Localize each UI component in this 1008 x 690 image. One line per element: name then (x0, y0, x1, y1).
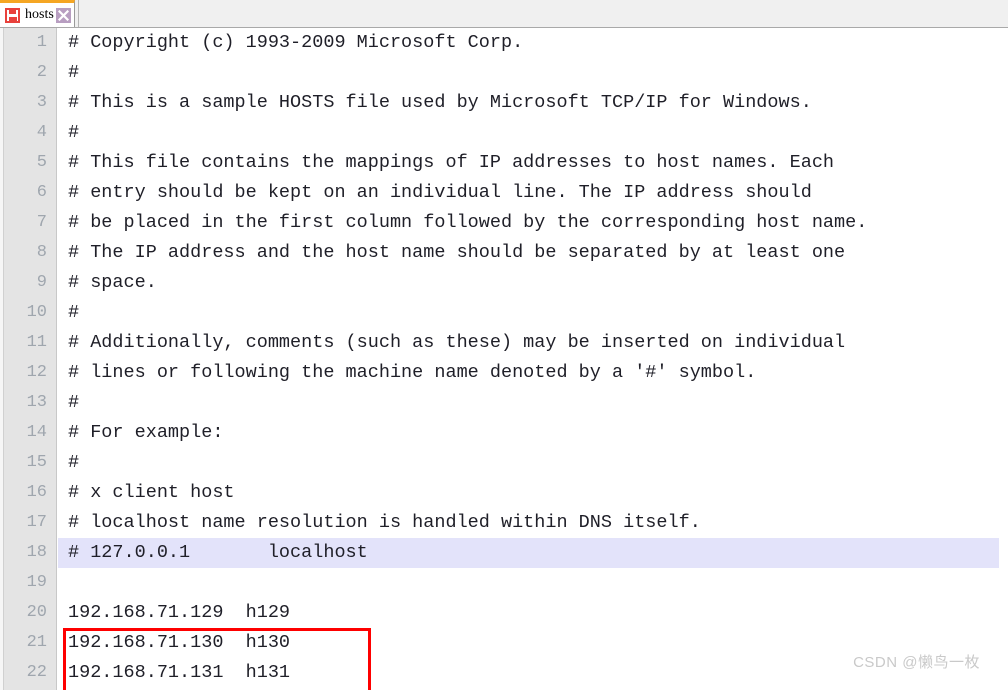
line-number: 4 (36, 123, 47, 142)
code-line[interactable]: # This is a sample HOSTS file used by Mi… (58, 88, 1008, 118)
code-line[interactable]: # The IP address and the host name shoul… (58, 238, 1008, 268)
code-line-current[interactable]: # 127.0.0.1 localhost (58, 538, 999, 568)
line-number: 17 (26, 513, 47, 532)
code-line[interactable]: # lines or following the machine name de… (58, 358, 1008, 388)
code-line[interactable]: 192.168.71.129 h129 (58, 598, 1008, 628)
line-number: 10 (26, 303, 47, 322)
line-number: 14 (26, 423, 47, 442)
code-line[interactable]: # entry should be kept on an individual … (58, 178, 1008, 208)
code-line[interactable]: # (58, 298, 1008, 328)
code-line[interactable]: # For example: (58, 418, 1008, 448)
line-number: 15 (26, 453, 47, 472)
tab-bar: hosts (0, 0, 1008, 28)
code-line[interactable]: # (58, 58, 1008, 88)
code-line[interactable]: # localhost name resolution is handled w… (58, 508, 1008, 538)
code-line[interactable]: # x client host (58, 478, 1008, 508)
code-line[interactable]: # (58, 388, 1008, 418)
tab-bar-empty-area (78, 0, 1008, 27)
code-line[interactable]: # (58, 118, 1008, 148)
tab-hosts[interactable]: hosts (0, 0, 75, 27)
line-number-gutter: 1 2 3 4 5 6 7 8 9 10 11 12 13 14 15 16 1… (0, 28, 57, 690)
line-number: 18 (26, 543, 47, 562)
line-number: 7 (36, 213, 47, 232)
watermark: CSDN @懒鸟一枚 (853, 654, 980, 671)
line-number: 13 (26, 393, 47, 412)
line-number: 19 (26, 573, 47, 592)
line-number: 11 (26, 333, 47, 352)
line-number: 9 (36, 273, 47, 292)
line-number: 5 (36, 153, 47, 172)
code-line[interactable]: # be placed in the first column followed… (58, 208, 1008, 238)
line-number: 12 (26, 363, 47, 382)
line-number: 20 (26, 603, 47, 622)
code-line[interactable]: # space. (58, 268, 1008, 298)
line-number: 6 (36, 183, 47, 202)
line-number: 22 (26, 663, 47, 682)
floppy-save-icon (5, 7, 20, 23)
text-editor[interactable]: 1 2 3 4 5 6 7 8 9 10 11 12 13 14 15 16 1… (0, 28, 1008, 690)
line-number: 2 (36, 63, 47, 82)
code-line[interactable]: # Copyright (c) 1993-2009 Microsoft Corp… (58, 28, 1008, 58)
code-line[interactable]: # (58, 448, 1008, 478)
code-content[interactable]: # Copyright (c) 1993-2009 Microsoft Corp… (58, 28, 1008, 690)
line-number: 3 (36, 93, 47, 112)
close-icon[interactable] (55, 7, 71, 23)
line-number: 8 (36, 243, 47, 262)
tab-label: hosts (25, 7, 54, 22)
code-line[interactable] (58, 568, 1008, 598)
line-number: 21 (26, 633, 47, 652)
code-line[interactable]: # This file contains the mappings of IP … (58, 148, 1008, 178)
code-line[interactable]: # Additionally, comments (such as these)… (58, 328, 1008, 358)
line-number: 16 (26, 483, 47, 502)
line-number: 1 (36, 33, 47, 52)
